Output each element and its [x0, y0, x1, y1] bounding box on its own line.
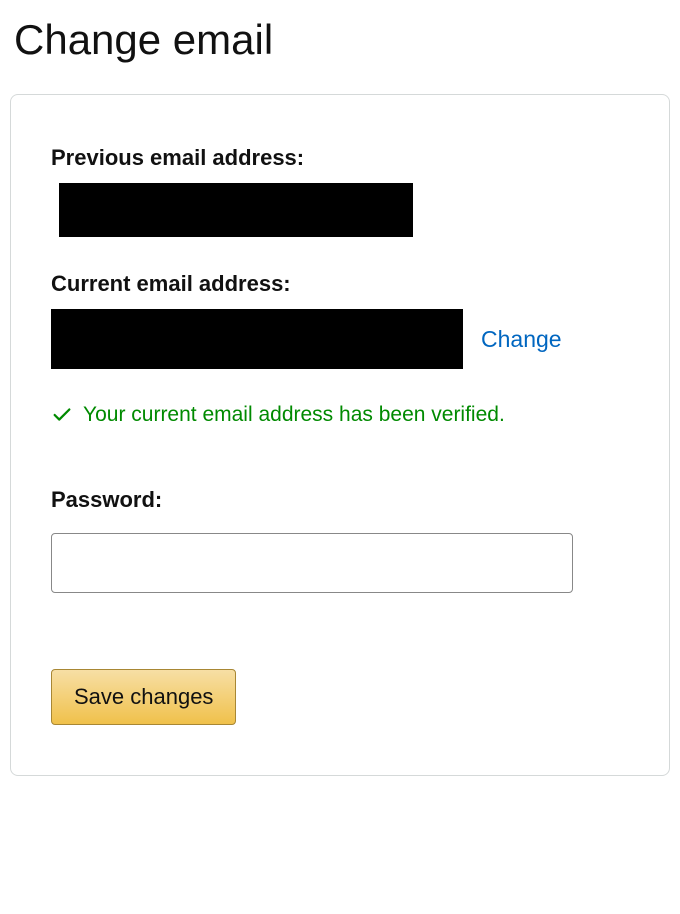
password-group: Password:: [51, 487, 629, 593]
page-title: Change email: [0, 0, 680, 94]
password-label: Password:: [51, 487, 629, 513]
previous-email-value: [59, 183, 413, 237]
current-email-label: Current email address:: [51, 271, 629, 297]
verified-row: Your current email address has been veri…: [51, 403, 629, 427]
password-input[interactable]: [51, 533, 573, 593]
change-email-card: Previous email address: Current email ad…: [10, 94, 670, 776]
current-email-group: Current email address: Change: [51, 271, 629, 369]
previous-email-group: Previous email address:: [51, 145, 629, 237]
check-icon: [51, 404, 73, 426]
verified-message: Your current email address has been veri…: [83, 403, 505, 427]
save-changes-button[interactable]: Save changes: [51, 669, 236, 725]
current-email-value: [51, 309, 463, 369]
previous-email-label: Previous email address:: [51, 145, 629, 171]
change-link[interactable]: Change: [481, 326, 562, 353]
